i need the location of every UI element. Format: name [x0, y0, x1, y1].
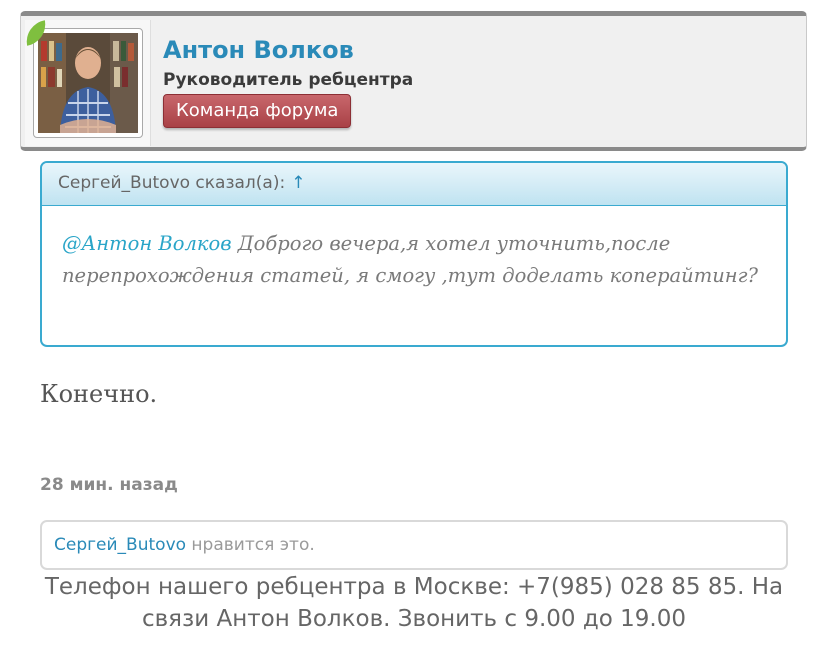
person-portrait-icon — [38, 33, 138, 133]
author-name[interactable]: Антон Волков — [163, 36, 354, 64]
quote-header: Сергей_Butovo сказал(а): ↑ — [42, 163, 786, 206]
quote-block: Сергей_Butovo сказал(а): ↑ @Антон Волков … — [40, 161, 788, 347]
avatar[interactable] — [33, 28, 143, 138]
signature-text: Телефон нашего ребцентра в Москве: +7(98… — [44, 574, 784, 632]
author-role: Руководитель ребцентра — [163, 70, 414, 90]
likes-bar: Сергей_Butovo нравится это. — [40, 520, 788, 570]
author-card: Антон Волков Руководитель ребцентра Кома… — [20, 11, 807, 151]
likes-suffix: нравится это. — [186, 535, 315, 555]
quote-jump-arrow-icon[interactable]: ↑ — [291, 173, 305, 193]
post-timestamp[interactable]: 28 мин. назад — [40, 475, 178, 495]
post-reply-text: Конечно. — [40, 380, 158, 408]
quote-author: Сергей_Butovo сказал(а): — [58, 173, 286, 193]
team-badge: Команда форума — [163, 94, 352, 128]
mention-link[interactable]: @Антон Волков — [62, 232, 232, 255]
avatar-container — [25, 20, 151, 146]
quote-body: @Антон Волков Доброго вечера,я хотел уто… — [42, 206, 786, 292]
likes-user-link[interactable]: Сергей_Butovo — [54, 535, 186, 555]
